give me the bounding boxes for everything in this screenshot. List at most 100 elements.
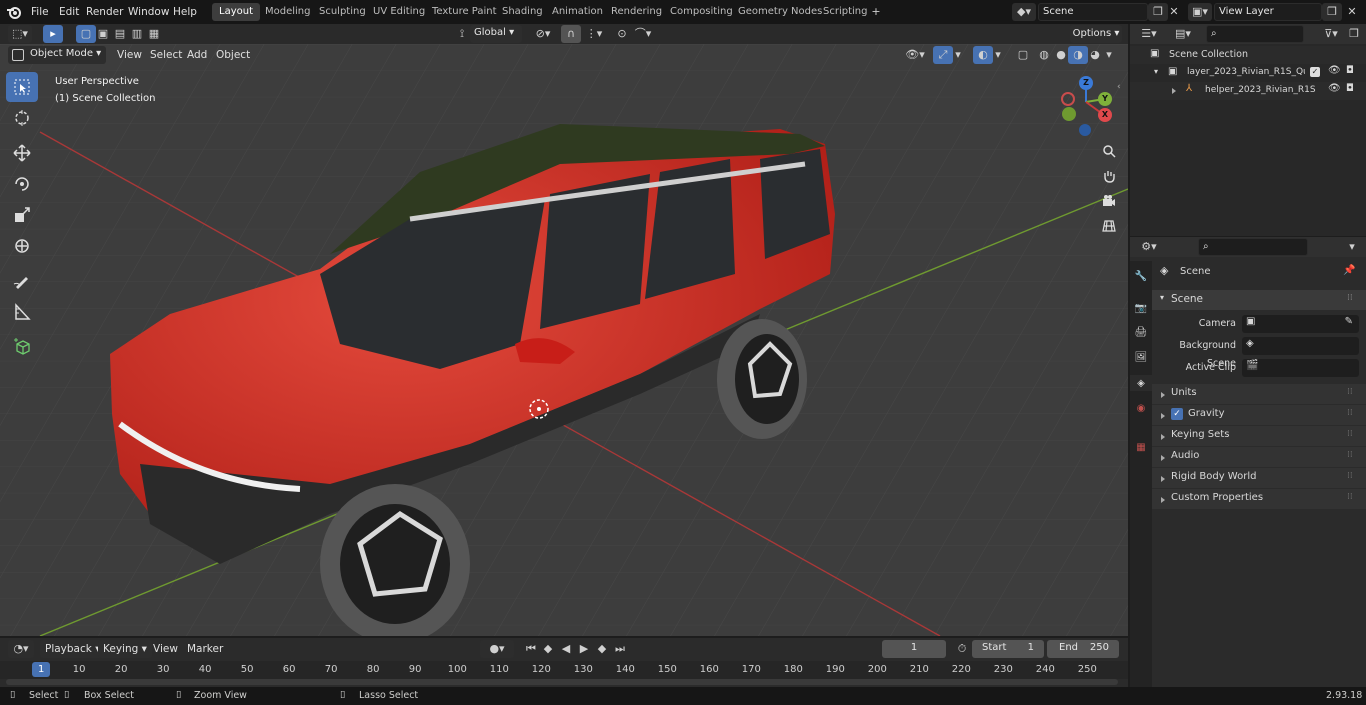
camera-field[interactable]: ▣ ✎ bbox=[1242, 315, 1359, 333]
annotate-tool-icon[interactable] bbox=[6, 266, 38, 296]
display-mode-icon[interactable]: ▤▾ bbox=[1170, 25, 1196, 43]
snap-toggle-icon[interactable]: ∩ bbox=[561, 25, 581, 43]
menu-object[interactable]: Object bbox=[211, 46, 255, 64]
gizmo-neg-z[interactable] bbox=[1079, 124, 1091, 136]
menu-view[interactable]: View bbox=[112, 46, 147, 64]
expand-arrow-icon[interactable] bbox=[1172, 86, 1176, 97]
auto-keying-icon[interactable]: ●▾ bbox=[480, 640, 514, 658]
drag-handle-icon[interactable]: ⁞⁞ bbox=[1347, 293, 1353, 303]
shading-dropdown-icon[interactable]: ▾ bbox=[1102, 46, 1116, 64]
play-icon[interactable]: ▶ bbox=[574, 640, 594, 658]
zoom-icon[interactable] bbox=[1097, 139, 1121, 163]
menu-file[interactable]: File bbox=[26, 3, 54, 21]
gizmo-x-axis[interactable]: X bbox=[1098, 108, 1112, 122]
jump-keyframe-next-icon[interactable]: ◆ bbox=[592, 640, 612, 658]
options-dropdown[interactable]: Options ▾ bbox=[1070, 25, 1122, 43]
properties-options-icon[interactable]: ▾ bbox=[1342, 238, 1362, 256]
drag-handle-icon[interactable]: ⁞⁞ bbox=[1347, 492, 1353, 502]
timeline-editor-icon[interactable]: ◔▾ bbox=[8, 640, 34, 658]
start-frame-field[interactable]: Start 1 bbox=[972, 640, 1044, 658]
transform-orientation-icon[interactable]: ⟟ bbox=[455, 25, 469, 43]
delete-view-layer-icon[interactable]: ✕ bbox=[1342, 3, 1362, 21]
editor-type-icon[interactable]: ⬚▾ bbox=[8, 25, 32, 43]
outliner-editor-icon[interactable]: ☰▾ bbox=[1136, 25, 1162, 43]
menu-add[interactable]: Add bbox=[182, 46, 212, 64]
filter-icon[interactable]: ⊽▾ bbox=[1318, 25, 1344, 43]
active-clip-field[interactable]: 🎬 bbox=[1242, 359, 1359, 377]
drag-handle-icon[interactable]: ⁞⁞ bbox=[1347, 450, 1353, 460]
render-camera-icon[interactable]: ◘ bbox=[1346, 65, 1354, 76]
include-checkbox[interactable]: ✓ bbox=[1310, 67, 1320, 77]
custom-properties-panel[interactable]: Custom Properties ⁞⁞ bbox=[1152, 489, 1366, 509]
overlay-toggle-icon[interactable]: ◐ bbox=[973, 46, 993, 64]
pan-hand-icon[interactable] bbox=[1097, 164, 1121, 188]
rigid-body-world-panel[interactable]: Rigid Body World ⁞⁞ bbox=[1152, 468, 1366, 488]
gravity-panel[interactable]: ✓ Gravity ⁞⁞ bbox=[1152, 405, 1366, 425]
outliner-row-root[interactable]: ▣ Scene Collection bbox=[1130, 46, 1366, 64]
add-workspace-icon[interactable]: + bbox=[866, 3, 886, 21]
menu-help[interactable]: Help bbox=[168, 3, 202, 21]
properties-editor-icon[interactable]: ⚙▾ bbox=[1136, 238, 1162, 256]
new-collection-icon[interactable]: ❐ bbox=[1344, 25, 1364, 43]
drag-handle-icon[interactable]: ⁞⁞ bbox=[1347, 471, 1353, 481]
camera-view-icon[interactable] bbox=[1097, 189, 1121, 213]
eyedropper-icon[interactable]: ✎ bbox=[1345, 316, 1353, 327]
gizmo-z-axis[interactable]: Z bbox=[1079, 76, 1093, 90]
background-scene-field[interactable]: ◈ bbox=[1242, 337, 1359, 355]
new-view-layer-icon[interactable]: ❐ bbox=[1322, 3, 1342, 21]
gizmo-y-axis[interactable]: Y bbox=[1098, 92, 1112, 106]
drag-handle-icon[interactable]: ⁞⁞ bbox=[1347, 408, 1353, 418]
proportional-edit-icon[interactable]: ⊙ bbox=[612, 25, 632, 43]
scene-selector-icon[interactable]: ◆▾ bbox=[1012, 3, 1036, 21]
eye-icon[interactable]: 👁 bbox=[1328, 65, 1341, 76]
texture-tab-icon[interactable]: ▦ bbox=[1133, 439, 1149, 455]
audio-panel[interactable]: Audio ⁞⁞ bbox=[1152, 447, 1366, 467]
tab-compositing[interactable]: Compositing bbox=[663, 3, 740, 21]
outliner-search-input[interactable]: ⌕ bbox=[1206, 25, 1304, 43]
units-panel[interactable]: Units ⁞⁞ bbox=[1152, 384, 1366, 404]
view-layer-tab-icon[interactable]: 🖼 bbox=[1133, 349, 1149, 365]
scene-panel-header[interactable]: ▾ Scene ⁞⁞ bbox=[1152, 290, 1366, 310]
properties-search-input[interactable]: ⌕ bbox=[1198, 238, 1308, 256]
drag-handle-icon[interactable]: ⁞⁞ bbox=[1347, 387, 1353, 397]
ortho-grid-icon[interactable] bbox=[1097, 214, 1121, 238]
move-tool-icon[interactable] bbox=[6, 138, 38, 168]
pivot-point-icon[interactable]: ⊘▾ bbox=[530, 25, 556, 43]
playback-menu[interactable]: Playback ▾ bbox=[40, 640, 106, 658]
keying-menu[interactable]: Keying ▾ bbox=[98, 640, 152, 658]
stopwatch-icon[interactable]: ⏱ bbox=[952, 640, 972, 658]
select-box-tool-icon[interactable] bbox=[6, 72, 38, 102]
tab-animation[interactable]: Animation bbox=[545, 3, 610, 21]
outliner-row-layer[interactable]: ▾ ▣ layer_2023_Rivian_R1S_Quad ✓ 👁 ◘ bbox=[1130, 64, 1366, 82]
navigation-gizmo[interactable]: Z Y X bbox=[1060, 76, 1116, 136]
drag-handle-icon[interactable]: ⁞⁞ bbox=[1347, 429, 1353, 439]
keying-sets-panel[interactable]: Keying Sets ⁞⁞ bbox=[1152, 426, 1366, 446]
tab-rendering[interactable]: Rendering bbox=[604, 3, 669, 21]
add-cube-tool-icon[interactable] bbox=[6, 332, 38, 362]
tool-tab-icon[interactable]: 🔧 bbox=[1133, 268, 1149, 284]
marker-menu[interactable]: Marker bbox=[182, 640, 228, 658]
view-layer-field[interactable]: View Layer bbox=[1214, 3, 1322, 21]
gizmo-toggle-icon[interactable]: ⤢ bbox=[933, 46, 953, 64]
menu-render[interactable]: Render bbox=[81, 3, 128, 21]
tab-texture-paint[interactable]: Texture Paint bbox=[425, 3, 504, 21]
play-reverse-icon[interactable]: ◀ bbox=[556, 640, 576, 658]
tab-uv-editing[interactable]: UV Editing bbox=[366, 3, 432, 21]
xray-toggle-icon[interactable]: ▢ bbox=[1013, 46, 1033, 64]
scene-tab-icon[interactable]: ◈ bbox=[1130, 375, 1152, 391]
delete-scene-icon[interactable]: ✕ bbox=[1164, 3, 1184, 21]
overlay-dropdown-icon[interactable]: ▾ bbox=[991, 46, 1005, 64]
gizmo-neg-x[interactable] bbox=[1061, 92, 1075, 106]
select-tool-icon[interactable]: ▸ bbox=[43, 25, 63, 43]
transform-tool-icon[interactable] bbox=[6, 231, 38, 261]
eye-icon[interactable]: 👁 bbox=[1328, 83, 1341, 94]
proportional-falloff-icon[interactable]: ⌒▾ bbox=[630, 25, 656, 43]
gizmo-neg-y[interactable] bbox=[1062, 107, 1076, 121]
end-frame-field[interactable]: End 250 bbox=[1047, 640, 1119, 658]
render-camera-icon[interactable]: ◘ bbox=[1346, 83, 1354, 94]
jump-keyframe-prev-icon[interactable]: ◆ bbox=[538, 640, 558, 658]
timeline-view-menu[interactable]: View bbox=[148, 640, 183, 658]
current-frame-field[interactable]: 1 bbox=[882, 640, 946, 658]
select-mode-intersect-icon[interactable]: ▦ bbox=[144, 25, 164, 43]
visibility-icon[interactable]: 👁▾ bbox=[902, 46, 928, 64]
